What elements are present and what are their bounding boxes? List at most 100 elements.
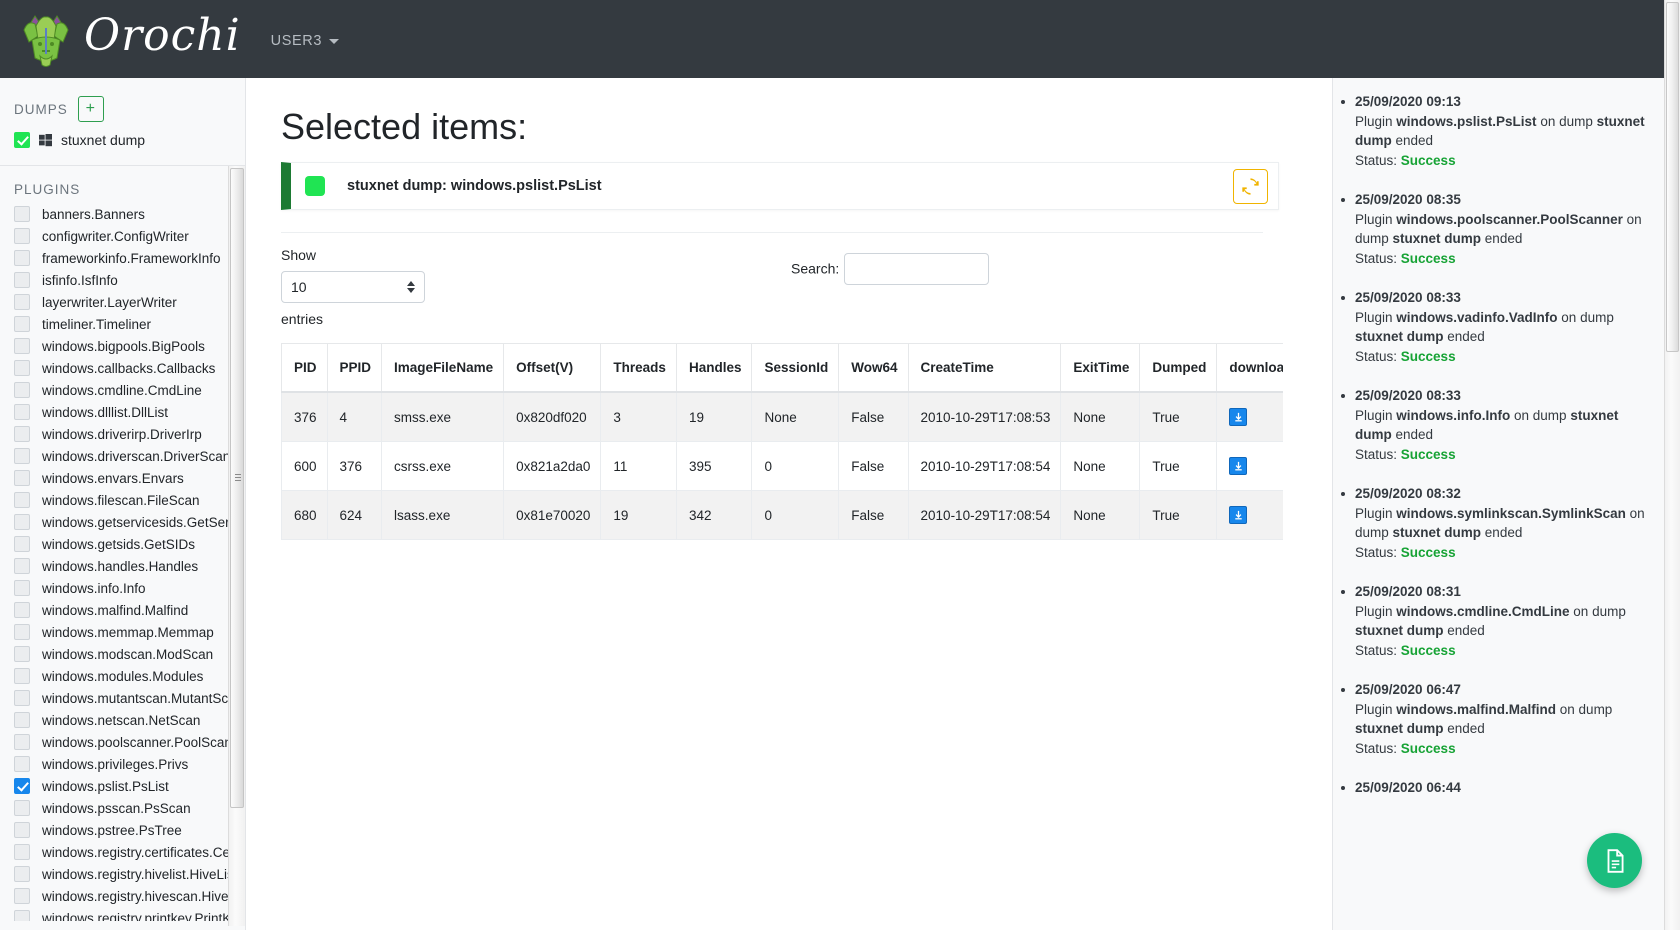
plugin-checkbox[interactable] (14, 646, 30, 662)
plugin-item[interactable]: windows.registry.hivelist.HiveList (0, 863, 238, 885)
plugin-item[interactable]: windows.cmdline.CmdLine (0, 379, 227, 401)
plugin-checkbox[interactable] (14, 360, 30, 376)
plugin-checkbox[interactable] (14, 668, 30, 684)
plugin-checkbox[interactable] (14, 800, 30, 816)
column-header[interactable]: ImageFileName (381, 343, 505, 393)
plugin-item[interactable]: windows.modscan.ModScan (0, 643, 227, 665)
plugin-checkbox[interactable] (14, 734, 30, 750)
dump-checkbox[interactable] (14, 132, 30, 148)
plugin-checkbox[interactable] (14, 910, 30, 921)
column-header[interactable]: Offset(V) (503, 343, 602, 393)
column-header[interactable]: Dumped (1139, 343, 1218, 393)
plugin-label: windows.registry.hivescan.HiveScan (42, 888, 245, 904)
plugin-item[interactable]: windows.pslist.PsList (0, 775, 227, 797)
add-dump-button[interactable]: + (77, 96, 104, 122)
download-icon[interactable] (1229, 408, 1248, 426)
refresh-button[interactable] (1233, 169, 1268, 204)
plugin-item[interactable]: windows.info.Info (0, 577, 227, 599)
plugin-checkbox[interactable] (14, 558, 30, 574)
column-header[interactable]: SessionId (751, 343, 840, 393)
page-length-select[interactable]: 10 (281, 271, 425, 303)
report-fab-button[interactable] (1587, 833, 1642, 888)
plugin-item[interactable]: windows.malfind.Malfind (0, 599, 227, 621)
plugin-item[interactable]: windows.driverscan.DriverScan (0, 445, 230, 467)
notification-status-line: Status: Success (1355, 739, 1658, 759)
plugin-checkbox[interactable] (14, 316, 30, 332)
plugin-checkbox[interactable] (14, 492, 30, 508)
plugin-item[interactable]: windows.memmap.Memmap (0, 621, 227, 643)
plugin-checkbox[interactable] (14, 888, 30, 904)
column-header[interactable]: Wow64 (838, 343, 909, 393)
plugin-label: windows.registry.certificates.Certificat… (42, 844, 245, 860)
plugin-item[interactable]: windows.modules.Modules (0, 665, 227, 687)
plugin-item[interactable]: layerwriter.LayerWriter (0, 291, 227, 313)
plugin-checkbox[interactable] (14, 580, 30, 596)
plugin-checkbox[interactable] (14, 382, 30, 398)
plugin-checkbox[interactable] (14, 426, 30, 442)
plugin-checkbox[interactable] (14, 448, 30, 464)
plugin-item[interactable]: windows.poolscanner.PoolScanner (0, 731, 245, 753)
plugin-checkbox[interactable] (14, 844, 30, 860)
plugin-checkbox[interactable] (14, 470, 30, 486)
plugin-item[interactable]: windows.handles.Handles (0, 555, 227, 577)
plugin-checkbox[interactable] (14, 822, 30, 838)
plugin-item[interactable]: windows.envars.Envars (0, 467, 227, 489)
plugin-item[interactable]: banners.Banners (0, 203, 227, 225)
plugin-checkbox[interactable] (14, 294, 30, 310)
plugin-checkbox[interactable] (14, 690, 30, 706)
column-header[interactable]: Handles (675, 343, 753, 393)
plugin-item[interactable]: windows.bigpools.BigPools (0, 335, 227, 357)
download-icon[interactable] (1229, 457, 1248, 475)
column-header[interactable]: download (1216, 343, 1283, 393)
plugin-checkbox[interactable] (14, 602, 30, 618)
window-scrollbar[interactable] (1664, 0, 1680, 930)
plugin-checkbox[interactable] (14, 536, 30, 552)
window-scrollbar-thumb[interactable] (1666, 2, 1679, 352)
plugin-checkbox[interactable] (14, 756, 30, 772)
plugin-item[interactable]: configwriter.ConfigWriter (0, 225, 227, 247)
plugin-checkbox[interactable] (14, 404, 30, 420)
status-value: Success (1400, 642, 1456, 658)
plugin-item[interactable]: windows.mutantscan.MutantScan (0, 687, 243, 709)
column-header[interactable]: CreateTime (907, 343, 1062, 393)
plugin-item[interactable]: windows.getsids.GetSIDs (0, 533, 227, 555)
notification-prefix: Plugin (1355, 407, 1397, 423)
plugin-item[interactable]: windows.pstree.PsTree (0, 819, 227, 841)
plugin-checkbox[interactable] (14, 206, 30, 222)
plugin-item[interactable]: windows.registry.printkey.PrintKey (0, 907, 245, 921)
plugin-checkbox[interactable] (14, 228, 30, 244)
plugin-item[interactable]: windows.dlllist.DllList (0, 401, 227, 423)
sidebar-scrollbar-thumb[interactable] (230, 168, 244, 808)
plugin-checkbox[interactable] (14, 250, 30, 266)
left-sidebar: DUMPS + stuxnet dump PLUGINS banners.Ban… (0, 78, 246, 930)
plugin-item[interactable]: windows.privileges.Privs (0, 753, 227, 775)
table-cell: 0 (751, 490, 840, 540)
plugin-checkbox[interactable] (14, 866, 30, 882)
search-input[interactable] (843, 253, 989, 285)
column-header[interactable]: PPID (326, 343, 383, 393)
plugin-item[interactable]: windows.registry.certificates.Certificat… (0, 841, 245, 863)
plugin-checkbox[interactable] (14, 624, 30, 640)
column-header[interactable]: Threads (600, 343, 677, 393)
plugin-item[interactable]: windows.driverirp.DriverIrp (0, 423, 227, 445)
download-icon[interactable] (1229, 506, 1248, 524)
plugin-item[interactable]: windows.filescan.FileScan (0, 489, 227, 511)
plugin-item[interactable]: windows.callbacks.Callbacks (0, 357, 227, 379)
plugin-checkbox[interactable] (14, 338, 30, 354)
column-header[interactable]: ExitTime (1060, 343, 1141, 393)
plugin-item[interactable]: windows.getservicesids.GetServiceSIDs (0, 511, 245, 533)
plugin-item[interactable]: frameworkinfo.FrameworkInfo (0, 247, 227, 269)
plugin-checkbox[interactable] (14, 272, 30, 288)
plugin-item[interactable]: windows.registry.hivescan.HiveScan (0, 885, 245, 907)
plugin-checkbox[interactable] (14, 514, 30, 530)
dump-item-stuxnet[interactable]: stuxnet dump (0, 122, 245, 159)
plugin-checkbox[interactable] (14, 778, 30, 794)
sidebar-scrollbar[interactable] (228, 166, 245, 926)
plugin-item[interactable]: windows.netscan.NetScan (0, 709, 227, 731)
column-header[interactable]: PID (281, 343, 328, 393)
plugin-item[interactable]: isfinfo.IsfInfo (0, 269, 227, 291)
plugin-item[interactable]: windows.psscan.PsScan (0, 797, 227, 819)
plugin-checkbox[interactable] (14, 712, 30, 728)
user-menu[interactable]: USER3 (271, 29, 340, 49)
plugin-item[interactable]: timeliner.Timeliner (0, 313, 227, 335)
